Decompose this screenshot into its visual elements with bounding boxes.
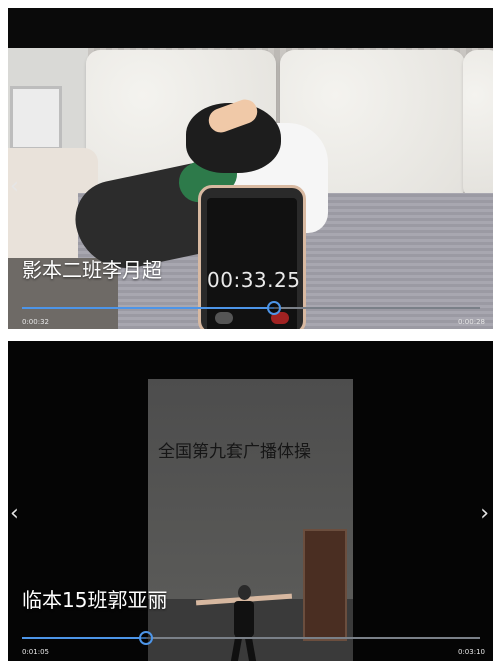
total-duration: 0:00:28 [458,318,485,326]
progress-bar[interactable] [22,301,480,315]
dancer-head [238,585,251,600]
door [303,529,347,641]
progress-handle[interactable] [138,631,153,645]
video-caption: 全国第九套广播体操 [158,442,311,462]
video-title: 影本二班李月超 [22,258,162,282]
chevron-left-icon[interactable]: ‹ [10,176,19,198]
total-duration: 0:03:10 [458,648,485,656]
dancer-body [234,601,254,637]
progress-fill [22,307,274,309]
progress-fill [22,637,146,639]
video-title: 临本15班郭亚丽 [22,588,168,612]
elapsed-time: 0:01:05 [22,648,49,656]
progress-bar[interactable] [22,631,480,645]
chevron-right-icon[interactable]: › [480,503,489,525]
window [10,86,62,150]
video-frame [148,379,353,661]
phone-screen: 00:33.25 [207,198,301,329]
chevron-left-icon[interactable]: ‹ [10,503,19,525]
sofa-cushion [463,50,493,200]
progress-handle[interactable] [266,301,281,315]
stopwatch-time: 00:33.25 [207,268,301,292]
phone-lap-button [215,312,233,324]
elapsed-time: 0:00:32 [22,318,49,326]
video-player-1[interactable]: 00:33.25 影本二班李月超 ‹ 0:00:32 0:00:28 [8,8,493,329]
video-player-2[interactable]: 全国第九套广播体操 临本15班郭亚丽 ‹ › 0:01:05 0:03:10 [8,341,493,661]
